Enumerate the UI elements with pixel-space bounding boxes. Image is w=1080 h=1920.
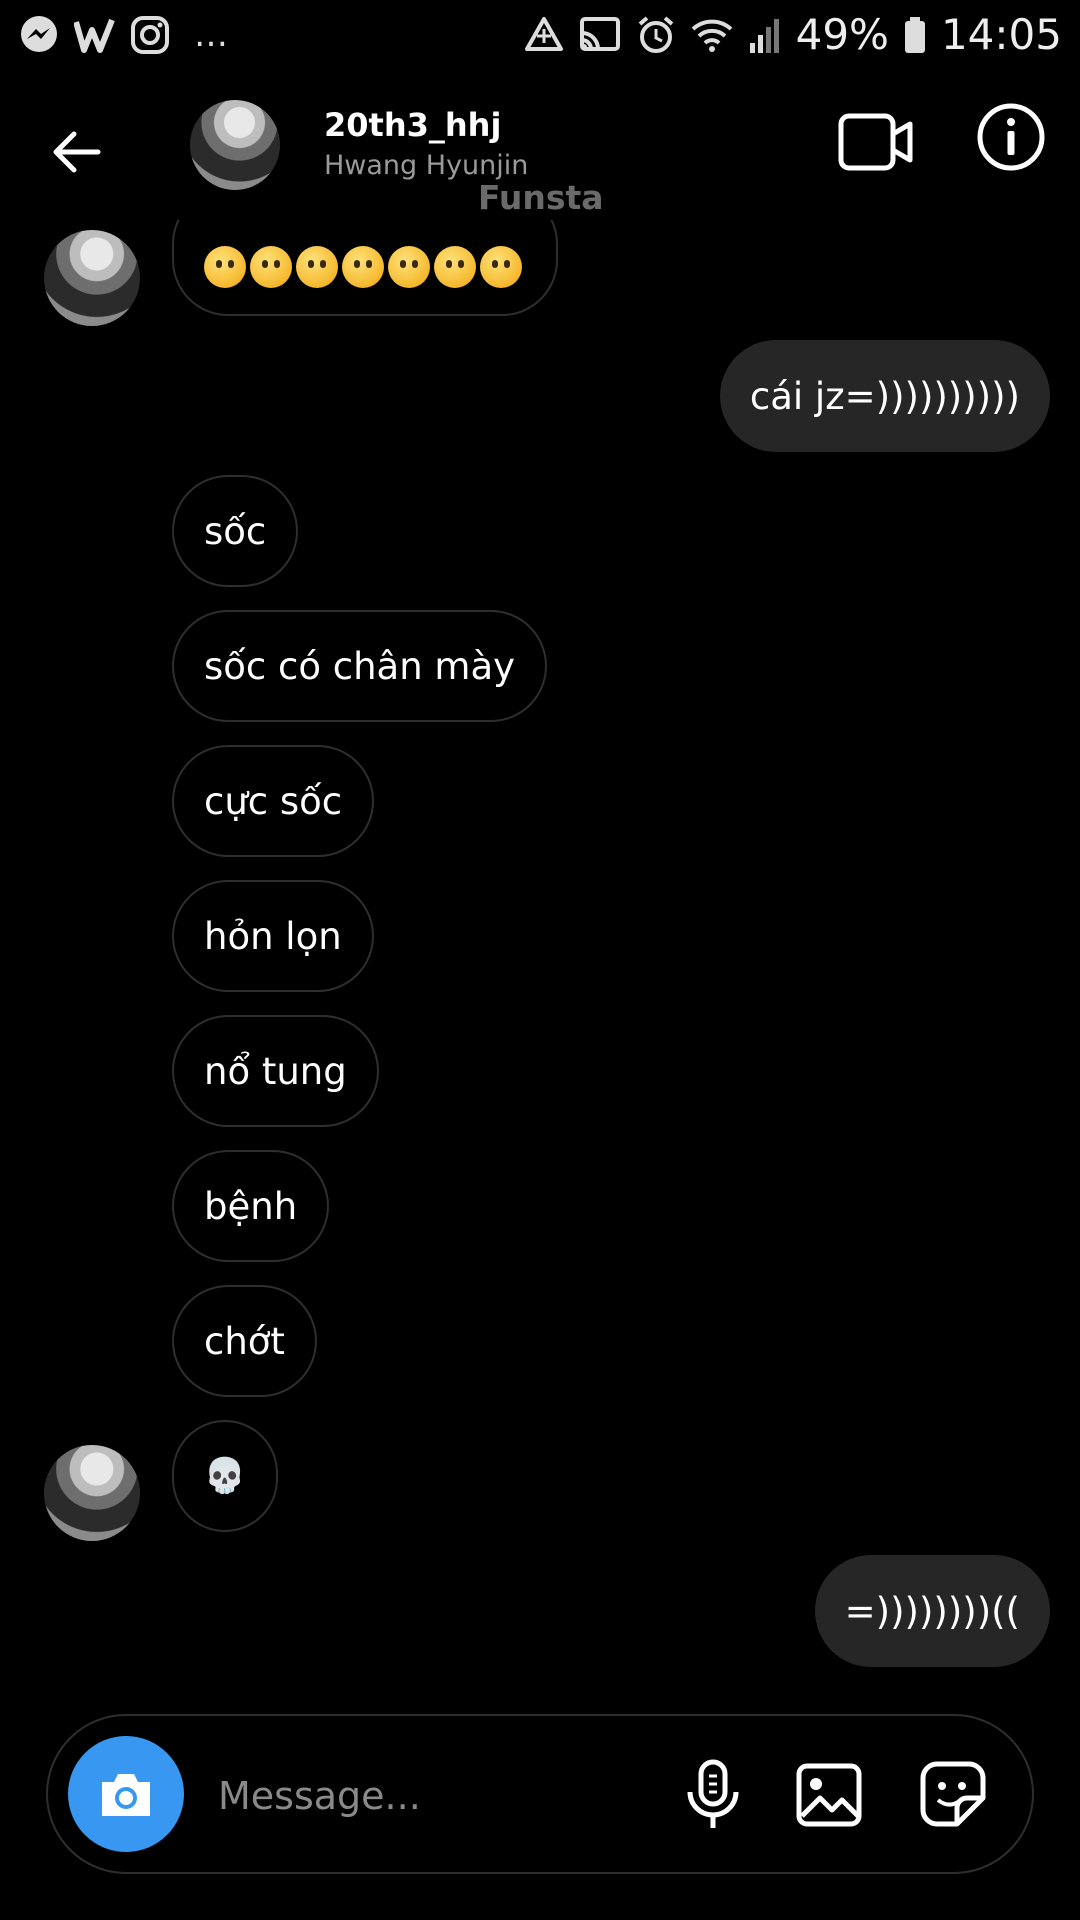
mask-face-icon <box>434 246 476 288</box>
system-icons: 49% 14:05 <box>524 10 1062 59</box>
messenger-icon <box>18 14 60 56</box>
wifi-icon <box>690 15 734 55</box>
battery-icon <box>903 15 927 55</box>
contact-username[interactable]: 20th3_hhj <box>324 106 501 144</box>
status-bar: … 49% 14:05 <box>0 0 1080 72</box>
contact-full-name[interactable]: Hwang Hyunjin <box>324 150 528 181</box>
back-arrow-icon[interactable] <box>46 122 106 182</box>
message-bubble-incoming[interactable]: hỏn lọn <box>172 880 374 992</box>
contact-avatar[interactable] <box>190 100 280 190</box>
sender-avatar[interactable] <box>44 1445 140 1541</box>
data-saver-icon <box>524 15 564 55</box>
screaming-face-icon <box>342 246 384 288</box>
cast-icon <box>578 15 622 55</box>
camera-icon <box>102 1774 150 1816</box>
fearful-face-icon <box>296 246 338 288</box>
worried-face-icon <box>204 246 246 288</box>
more-notifications-icon: … <box>194 15 232 55</box>
microphone-icon[interactable] <box>678 1758 748 1832</box>
message-bubble-emoji[interactable] <box>172 220 558 316</box>
alarm-icon <box>636 15 676 55</box>
message-bubble-incoming[interactable]: sốc có chân mày <box>172 610 548 722</box>
message-bubble-incoming[interactable]: bệnh <box>172 1150 330 1262</box>
exploding-head-icon <box>388 246 430 288</box>
notification-icons: … <box>18 14 232 56</box>
clock: 14:05 <box>940 10 1062 59</box>
message-bubble-skull[interactable]: 💀 <box>172 1420 278 1532</box>
instagram-icon <box>130 15 170 55</box>
camera-button[interactable] <box>68 1736 184 1852</box>
worried-face-icon <box>250 246 292 288</box>
w-app-icon <box>74 14 116 56</box>
signal-icon <box>748 15 782 55</box>
chat-header: 20th3_hhj Hwang Hyunjin Funsta <box>0 90 1080 217</box>
message-bubble-incoming[interactable]: sốc <box>172 475 299 587</box>
message-input[interactable] <box>216 1756 700 1836</box>
message-bubble-incoming[interactable]: nổ tung <box>172 1015 379 1127</box>
sender-avatar[interactable] <box>44 230 140 326</box>
video-call-icon[interactable] <box>838 112 914 172</box>
message-bubble-incoming[interactable]: cực sốc <box>172 745 375 857</box>
message-composer <box>46 1714 1034 1874</box>
message-bubble-outgoing[interactable]: cái jz=)))))))))) <box>719 340 1050 452</box>
battery-percent: 49% <box>795 10 889 59</box>
message-bubble-incoming[interactable]: chớt <box>172 1285 317 1397</box>
halo-face-icon <box>480 246 522 288</box>
sticker-icon[interactable] <box>918 1758 988 1832</box>
gallery-icon[interactable] <box>794 1758 864 1832</box>
funsta-overlay-text: Funsta <box>478 178 604 217</box>
info-icon[interactable] <box>976 102 1046 172</box>
message-bubble-outgoing[interactable]: =))))))))(( <box>814 1555 1050 1667</box>
message-thread[interactable]: cái jz=)))))))))) sốc sốc có chân mày cự… <box>0 220 1080 1690</box>
